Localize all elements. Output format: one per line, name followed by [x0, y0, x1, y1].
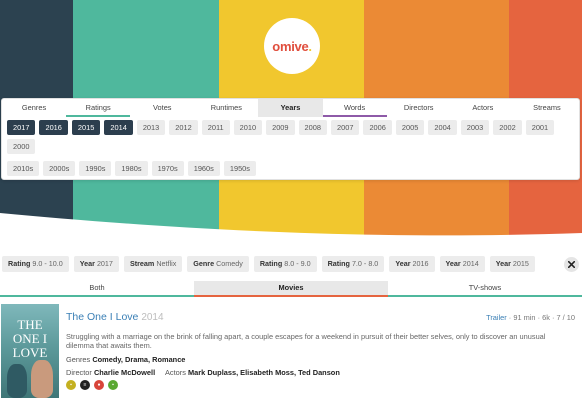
tab-ratings[interactable]: Ratings [66, 99, 131, 117]
filter-chip[interactable]: Rating 8.0 - 9.0 [253, 256, 317, 272]
filter-key: Year [79, 259, 95, 268]
tomato-icon[interactable]: ● [94, 380, 104, 390]
filter-key: Rating [8, 259, 31, 268]
tab-words[interactable]: Words [322, 99, 387, 117]
tab-genres[interactable]: Genres [2, 99, 66, 117]
filter-value: 2015 [512, 259, 529, 268]
director-label: Director [66, 368, 92, 377]
year-chip-2001[interactable]: 2001 [525, 120, 555, 135]
year-chip-2007[interactable]: 2007 [330, 120, 360, 135]
year-chip-2011[interactable]: 2011 [201, 120, 230, 135]
category-tabs: Genres Ratings Votes Runtimes Years Word… [2, 99, 579, 117]
decade-chip-1960s[interactable]: 1960s [187, 161, 220, 176]
decade-chip-1970s[interactable]: 1970s [151, 161, 184, 176]
brand-logo[interactable]: omive. [264, 18, 320, 74]
year-chip-2016[interactable]: 2016 [39, 120, 68, 135]
tab-directors[interactable]: Directors [387, 99, 451, 117]
year-chip-2017[interactable]: 2017 [7, 120, 36, 135]
poster-figure-2 [31, 360, 53, 398]
vote-count: 6k [542, 313, 550, 322]
actors-names: Mark Duplass, Elisabeth Moss, Ted Danson [188, 368, 340, 377]
tab-votes[interactable]: Votes [130, 99, 194, 117]
movie-credits: Director Charlie McDowell Actors Mark Du… [66, 368, 340, 377]
filter-key: Stream [129, 259, 155, 268]
decade-chip-1990s[interactable]: 1990s [79, 161, 112, 176]
movie-title: The One I Love [66, 311, 139, 323]
filter-value: 7.0 - 8.0 [351, 259, 379, 268]
filter-chip[interactable]: Year 2017 [73, 256, 119, 272]
tab-underline [0, 295, 582, 297]
filter-key: Genre [193, 259, 215, 268]
filter-key: Year [395, 259, 411, 268]
service-icon[interactable]: ▪ [108, 380, 118, 390]
active-filters: Rating 9.0 - 10.0 Year 2017 Stream Netfl… [2, 256, 535, 272]
year-chip-2008[interactable]: 2008 [298, 120, 327, 135]
filter-value: Comedy [216, 259, 243, 268]
poster-title: THE ONE I LOVE [12, 317, 48, 360]
genres-label: Genres [66, 355, 91, 364]
year-chip-2014[interactable]: 2014 [104, 120, 133, 135]
filter-key: Year [445, 259, 461, 268]
filter-key: Rating [259, 259, 283, 268]
year-chip-2000[interactable]: 2000 [7, 139, 36, 154]
filter-value: Netflix [156, 259, 177, 268]
runtime: 91 min [513, 313, 536, 322]
logo-dot: . [308, 38, 312, 54]
filter-chip[interactable]: Genre Comedy [187, 256, 249, 272]
decade-chip-1950s[interactable]: 1950s [223, 161, 256, 176]
rating-value: 7 [556, 313, 561, 322]
year-chip-2003[interactable]: 2003 [460, 120, 490, 135]
clear-filters-button[interactable] [564, 257, 579, 272]
year-chip-2005[interactable]: 2005 [395, 120, 425, 135]
movie-title-link[interactable]: The One I Love 2014 [66, 311, 164, 323]
filter-value: 8.0 - 9.0 [284, 259, 311, 268]
decade-chip-2000s[interactable]: 2000s [43, 161, 76, 176]
tab-streams[interactable]: Streams [515, 99, 579, 117]
streaming-icon[interactable]: ≡ [80, 380, 90, 390]
logo-text: omive [272, 38, 309, 54]
tab-runtimes[interactable]: Runtimes [194, 99, 258, 117]
year-chip-2015[interactable]: 2015 [71, 120, 101, 135]
year-chip-2012[interactable]: 2012 [169, 120, 198, 135]
year-chips: 2017 2016 2015 2014 2013 2012 2011 2010 … [2, 117, 579, 154]
tab-actors[interactable]: Actors [451, 99, 515, 117]
genres-value: Comedy, Drama, Romance [92, 355, 186, 364]
imdb-icon[interactable]: ▪ [66, 380, 76, 390]
year-chip-2013[interactable]: 2013 [136, 120, 166, 135]
filter-chip[interactable]: Year 2014 [439, 256, 485, 272]
filter-value: 2016 [412, 259, 429, 268]
filter-key: Rating [327, 259, 350, 268]
filter-chip[interactable]: Rating 9.0 - 10.0 [2, 256, 69, 272]
decade-chips: 2010s 2000s 1990s 1980s 1970s 1960s 1950… [7, 161, 256, 176]
filter-panel: Genres Ratings Votes Runtimes Years Word… [1, 98, 580, 180]
filter-chip[interactable]: Year 2015 [489, 256, 535, 272]
decade-chip-2010s[interactable]: 2010s [7, 161, 40, 176]
year-chip-2009[interactable]: 2009 [266, 120, 295, 135]
year-chip-2002[interactable]: 2002 [493, 120, 522, 135]
tab-years[interactable]: Years [258, 99, 323, 117]
movie-meta: Trailer · 91 min · 6k · 7 / 10 [486, 313, 575, 322]
filter-chip[interactable]: Stream Netflix [123, 256, 183, 272]
poster-figure-1 [7, 364, 27, 398]
trailer-link[interactable]: Trailer [486, 313, 507, 322]
rating-max: / 10 [562, 313, 575, 322]
year-chip-2010[interactable]: 2010 [233, 120, 263, 135]
close-icon [568, 261, 575, 268]
director-name: Charlie McDowell [93, 368, 156, 377]
filter-chip[interactable]: Year 2016 [389, 256, 435, 272]
movie-plot: Struggling with a marriage on the brink … [66, 332, 546, 350]
filter-key: Year [495, 259, 511, 268]
movie-poster[interactable]: THE ONE I LOVE [1, 304, 59, 398]
decade-chip-1980s[interactable]: 1980s [115, 161, 148, 176]
filter-value: 2014 [462, 259, 479, 268]
movie-genres: Genres Comedy, Drama, Romance [66, 355, 185, 364]
filter-chip[interactable]: Rating 7.0 - 8.0 [321, 256, 385, 272]
provider-icons: ▪ ≡ ● ▪ [66, 380, 118, 390]
actors-label: Actors [165, 368, 186, 377]
filter-value: 2017 [96, 259, 113, 268]
filter-value: 9.0 - 10.0 [32, 259, 63, 268]
year-chip-2006[interactable]: 2006 [363, 120, 392, 135]
year-chip-2004[interactable]: 2004 [428, 120, 457, 135]
movie-year: 2014 [141, 312, 164, 323]
